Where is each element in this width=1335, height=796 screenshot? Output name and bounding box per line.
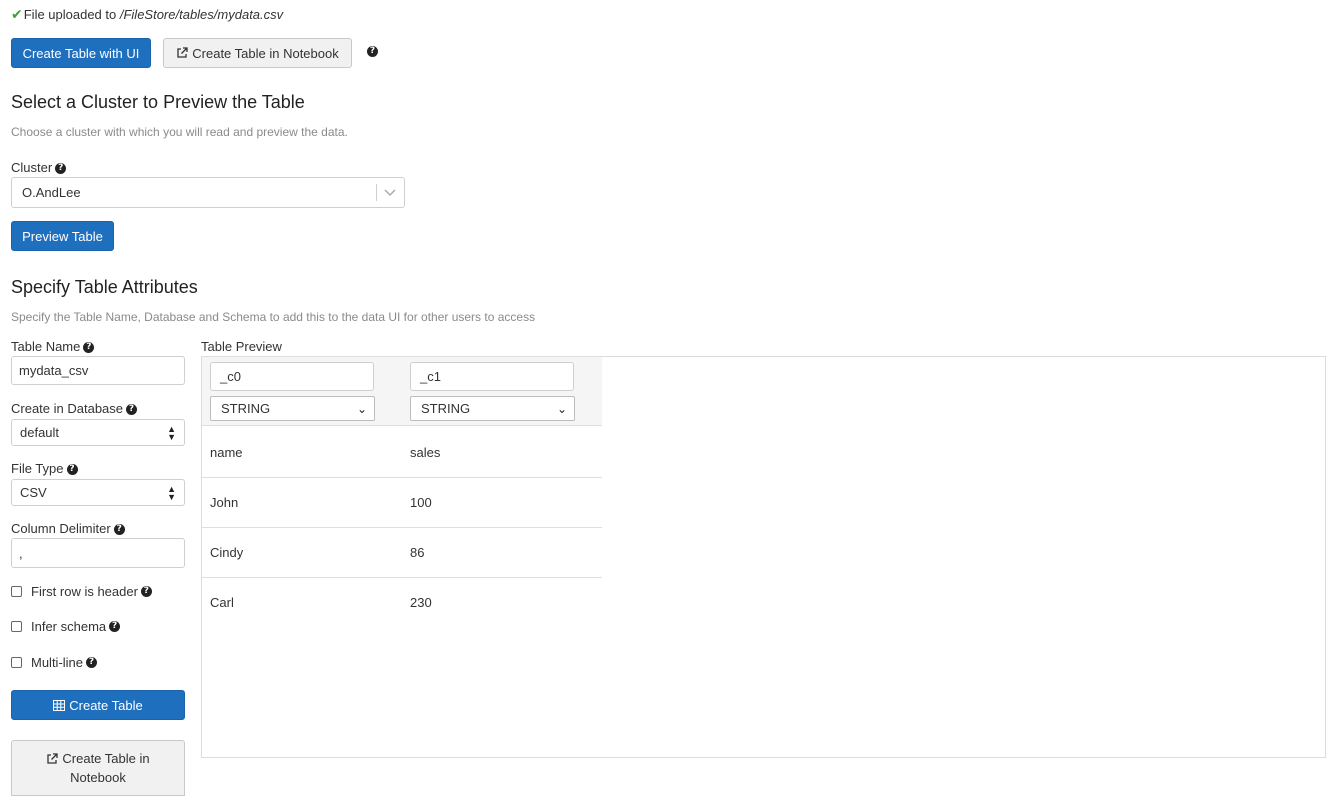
row-divider — [202, 527, 602, 528]
table-cell: 100 — [410, 495, 432, 510]
chevron-down-icon: ⌄ — [356, 401, 367, 416]
database-select-value: default — [20, 425, 60, 440]
question-circle-icon[interactable]: ? — [86, 657, 98, 668]
attributes-section-title: Specify Table Attributes — [11, 277, 198, 297]
create-notebook-line2: Notebook — [70, 770, 126, 785]
column-type-select-1[interactable]: STRING ⌄ — [410, 396, 575, 421]
multiline-checkbox[interactable] — [11, 657, 22, 668]
infer-schema-option: Infer schema ? — [11, 619, 121, 634]
multiline-option: Multi-line ? — [11, 655, 98, 670]
cluster-select[interactable]: O.AndLee — [11, 177, 405, 208]
create-table-in-notebook-button[interactable]: Create Table in Notebook — [163, 38, 352, 68]
cluster-label: Cluster? — [11, 160, 67, 175]
question-circle-icon[interactable]: ? — [55, 163, 67, 175]
database-label: Create in Database? — [11, 401, 138, 416]
delimiter-label: Column Delimiter? — [11, 521, 125, 536]
create-table-with-ui-button[interactable]: Create Table with UI — [11, 38, 151, 68]
updown-arrows-icon: ▲ ▼ — [167, 483, 176, 502]
column-name-1: _c1 — [420, 369, 441, 384]
column-type-1: STRING — [421, 401, 471, 416]
file-type-select-value: CSV — [20, 485, 47, 500]
preview-table-label: Preview Table — [22, 228, 103, 244]
table-cell: sales — [410, 445, 441, 460]
updown-arrows-icon: ▲ ▼ — [167, 423, 176, 442]
external-link-icon — [47, 752, 59, 764]
row-divider — [202, 477, 602, 478]
attributes-section-subtitle: Specify the Table Name, Database and Sch… — [11, 310, 536, 324]
question-circle-icon[interactable]: ? — [367, 46, 378, 57]
question-circle-icon[interactable]: ? — [113, 524, 125, 536]
question-circle-icon[interactable]: ? — [66, 464, 78, 476]
create-table-in-notebook-label: Create Table in Notebook — [192, 45, 339, 61]
row-divider — [202, 577, 602, 578]
delimiter-value: , — [19, 545, 23, 561]
database-label-text: Create in Database — [11, 401, 124, 416]
cluster-label-text: Cluster — [11, 160, 53, 175]
table-icon — [53, 699, 66, 711]
first-row-header-label: First row is header — [31, 584, 138, 599]
column-name-input-1[interactable]: _c1 — [410, 362, 574, 391]
first-row-header-option: First row is header ? — [11, 584, 152, 599]
select-divider — [376, 184, 377, 201]
preview-table-button[interactable]: Preview Table — [11, 221, 114, 251]
delimiter-input[interactable]: , — [11, 538, 185, 568]
question-circle-icon[interactable]: ? — [126, 404, 138, 416]
table-cell: 230 — [410, 595, 432, 610]
file-type-select[interactable]: CSV ▲ ▼ — [11, 479, 185, 506]
table-name-label: Table Name? — [11, 339, 95, 354]
create-table-button[interactable]: Create Table — [11, 690, 185, 720]
cluster-section-title: Select a Cluster to Preview the Table — [11, 92, 305, 112]
table-preview-label: Table Preview — [201, 339, 282, 354]
cluster-select-value: O.AndLee — [22, 185, 81, 200]
table-cell: Carl — [210, 595, 234, 610]
check-icon: ✔ — [11, 6, 23, 22]
create-table-label: Create Table — [69, 697, 143, 713]
chevron-down-icon: ⌄ — [556, 401, 567, 416]
file-type-label-text: File Type — [11, 461, 64, 476]
create-notebook-line1: Create Table in — [62, 751, 150, 766]
column-name-input-0[interactable]: _c0 — [210, 362, 374, 391]
external-link-icon — [177, 47, 188, 58]
upload-status-message: ✔File uploaded to /FileStore/tables/myda… — [11, 6, 283, 23]
column-type-0: STRING — [221, 401, 271, 416]
row-divider — [202, 425, 602, 426]
table-cell: Cindy — [210, 545, 244, 560]
column-name-0: _c0 — [220, 369, 241, 384]
upload-prefix: File uploaded to — [23, 7, 120, 22]
table-name-value: mydata_csv — [19, 363, 89, 378]
table-cell: 86 — [410, 545, 425, 560]
question-circle-icon[interactable]: ? — [109, 621, 121, 632]
infer-schema-label: Infer schema — [31, 619, 107, 634]
upload-path: /FileStore/tables/mydata.csv — [119, 7, 284, 22]
first-row-header-checkbox[interactable] — [11, 586, 22, 597]
multiline-label: Multi-line — [31, 655, 84, 670]
infer-schema-checkbox[interactable] — [11, 621, 22, 632]
question-circle-icon[interactable]: ? — [83, 342, 95, 354]
delimiter-label-text: Column Delimiter — [11, 521, 111, 536]
question-circle-icon[interactable]: ? — [140, 586, 152, 597]
table-name-label-text: Table Name — [11, 339, 81, 354]
table-name-input[interactable]: mydata_csv — [11, 356, 185, 385]
create-table-with-ui-label: Create Table with UI — [22, 45, 140, 61]
table-cell: John — [210, 495, 239, 510]
chevron-down-icon — [384, 188, 396, 196]
file-type-label: File Type? — [11, 461, 78, 476]
cluster-section-subtitle: Choose a cluster with which you will rea… — [11, 125, 348, 139]
table-cell: name — [210, 445, 243, 460]
column-type-select-0[interactable]: STRING ⌄ — [210, 396, 375, 421]
database-select[interactable]: default ▲ ▼ — [11, 419, 185, 446]
